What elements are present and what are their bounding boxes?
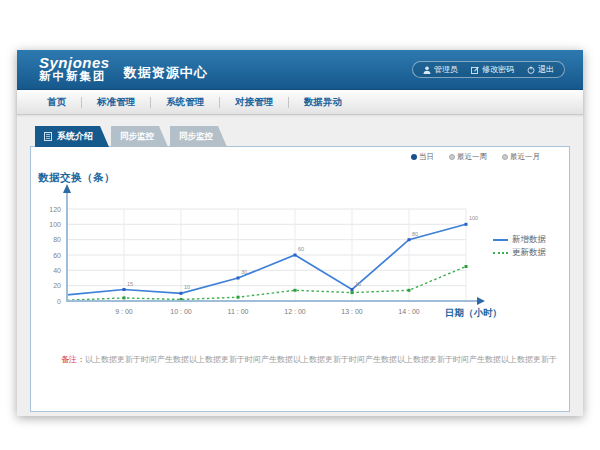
- svg-text:60: 60: [298, 246, 304, 252]
- app-header: Synjones 新中新集团 数据资源中心 管理员 修改密码 退出: [17, 50, 583, 90]
- svg-text:9 : 00: 9 : 00: [115, 308, 133, 315]
- svg-text:15: 15: [127, 281, 133, 287]
- chart-legend: 新增数据 更新数据: [493, 235, 546, 258]
- line-chart: 0 20 40 60 80 100 120 9 : 00 10 : 00 11 : 00 12 : …: [31, 147, 569, 411]
- svg-text:80: 80: [53, 236, 61, 243]
- legend-item-new-data: 新增数据: [493, 235, 546, 245]
- legend-item-updated-data: 更新数据: [493, 248, 546, 258]
- logo: Synjones 新中新集团: [39, 55, 110, 83]
- footnote-prefix: 备注：: [61, 355, 85, 364]
- change-password-button[interactable]: 修改密码: [471, 64, 514, 75]
- page-title: 数据资源中心: [124, 64, 208, 83]
- nav-item-interface-mgmt[interactable]: 对接管理: [220, 96, 288, 109]
- brand: Synjones 新中新集团 数据资源中心: [39, 55, 208, 83]
- svg-text:40: 40: [53, 267, 61, 274]
- nav-item-home[interactable]: 首页: [32, 96, 81, 109]
- document-icon: [44, 132, 52, 141]
- nav-item-data-change[interactable]: 数据异动: [289, 96, 357, 109]
- svg-text:10: 10: [184, 284, 190, 290]
- legend-line-solid-icon: [493, 239, 508, 241]
- svg-text:120: 120: [49, 206, 61, 213]
- tab-label: 系统介绍: [57, 130, 93, 143]
- logo-text: Synjones: [39, 55, 110, 70]
- user-menu: 管理员 修改密码 退出: [412, 61, 565, 78]
- svg-text:12 : 00: 12 : 00: [284, 308, 306, 315]
- svg-text:日期（小时）: 日期（小时）: [445, 307, 502, 319]
- tab-system-intro[interactable]: 系统介绍: [35, 126, 109, 147]
- tab-sync-monitor-1[interactable]: 同步监控: [111, 126, 168, 147]
- svg-text:11 : 00: 11 : 00: [228, 308, 249, 315]
- svg-text:100: 100: [49, 221, 61, 228]
- svg-text:14 : 00: 14 : 00: [398, 308, 420, 315]
- svg-text:20: 20: [53, 282, 61, 289]
- svg-text:13 : 00: 13 : 00: [341, 308, 363, 315]
- svg-text:0: 0: [57, 298, 61, 305]
- svg-text:100: 100: [469, 215, 478, 221]
- logo-subtitle: 新中新集团: [39, 70, 110, 83]
- tab-label: 同步监控: [120, 131, 154, 143]
- tab-bar: 系统介绍 同步监控 同步监控: [35, 126, 229, 147]
- power-icon: [527, 66, 535, 74]
- svg-text:15: 15: [355, 281, 361, 287]
- nav-item-standard-mgmt[interactable]: 标准管理: [82, 96, 150, 109]
- main-nav: 首页 标准管理 系统管理 对接管理 数据异动: [17, 90, 583, 115]
- footnote: 备注：以上数据更新于时间产生数据以上数据更新于时间产生数据以上数据更新于时间产生…: [61, 354, 557, 365]
- content-panel: 当日 最近一周 最近一月 数据交换（条） 0204060801001209 : …: [30, 146, 570, 412]
- edit-icon: [471, 66, 479, 74]
- footnote-text: 以上数据更新于时间产生数据以上数据更新于时间产生数据以上数据更新于时间产生数据以…: [85, 355, 557, 364]
- user-menu-admin[interactable]: 管理员: [423, 64, 458, 75]
- tab-label: 同步监控: [179, 131, 213, 143]
- svg-text:10 : 00: 10 : 00: [170, 308, 192, 315]
- logout-button[interactable]: 退出: [527, 64, 554, 75]
- tab-sync-monitor-2[interactable]: 同步监控: [170, 126, 227, 147]
- user-icon: [423, 66, 431, 74]
- app-window: Synjones 新中新集团 数据资源中心 管理员 修改密码 退出 首页 标准管…: [17, 50, 583, 416]
- nav-item-system-mgmt[interactable]: 系统管理: [151, 96, 219, 109]
- legend-line-dotted-icon: [493, 252, 508, 254]
- svg-text:60: 60: [53, 252, 61, 259]
- svg-text:30: 30: [241, 269, 247, 275]
- svg-text:80: 80: [412, 231, 418, 237]
